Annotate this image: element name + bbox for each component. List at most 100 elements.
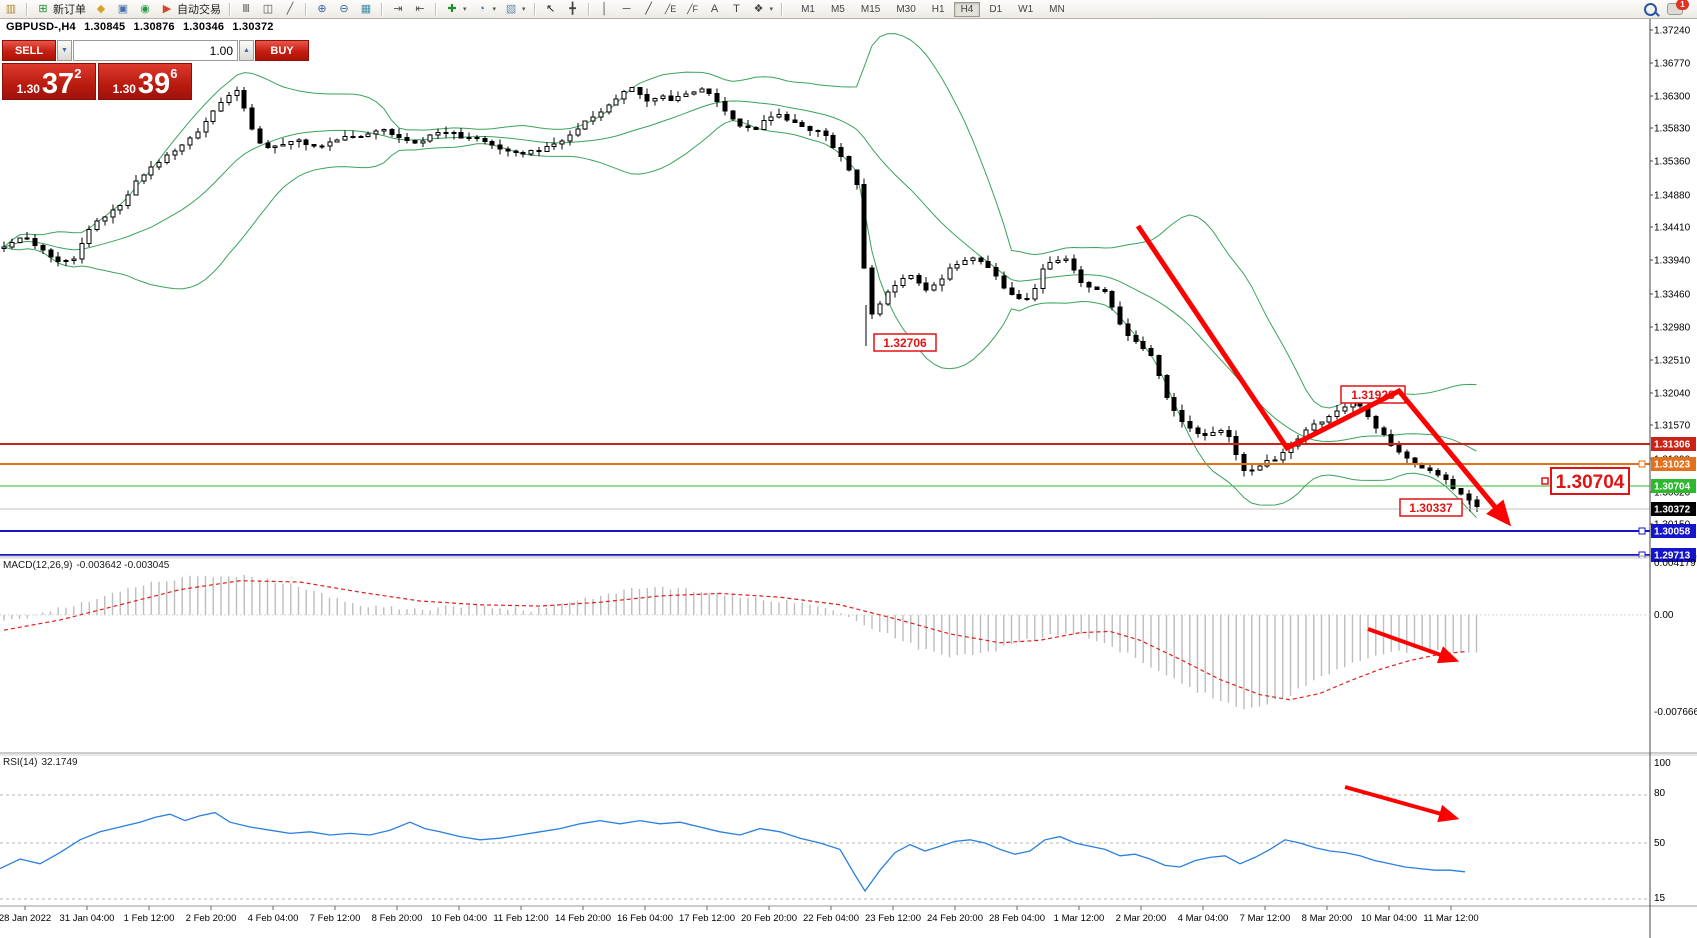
svg-text:1.31023: 1.31023 (1654, 460, 1691, 471)
new-order-label: 新订单 (53, 1, 86, 17)
svg-text:16 Feb 04:00: 16 Feb 04:00 (617, 913, 673, 924)
svg-text:1.36770: 1.36770 (1654, 59, 1691, 70)
timeframe-mn-button[interactable]: MN (1042, 2, 1072, 17)
timeframe-m5-button[interactable]: M5 (824, 2, 852, 17)
low-value: 1.30346 (183, 21, 224, 33)
trendline-tool-button[interactable]: ╱ (638, 1, 660, 17)
candlestick-chart-icon: ◫ (261, 1, 275, 17)
fibonacci-icon: ╱F (686, 1, 700, 17)
svg-text:1.36300: 1.36300 (1654, 92, 1691, 103)
svg-text:100: 100 (1654, 758, 1671, 769)
chart-ohlc-line: GBPUSD-,H4 1.30845 1.30876 1.30346 1.303… (6, 21, 279, 33)
new-order-button[interactable]: ⊞ 新订单 (32, 1, 90, 17)
sell-price-box[interactable]: 1.30372 (2, 63, 96, 100)
buy-price-pips: 39 (138, 72, 170, 96)
svg-text:31 Jan 04:00: 31 Jan 04:00 (60, 913, 115, 924)
autotrade-icon: ▶ (160, 1, 174, 17)
buy-price-point: 6 (170, 66, 177, 81)
svg-text:14 Feb 20:00: 14 Feb 20:00 (555, 913, 611, 924)
svg-text:10 Feb 04:00: 10 Feb 04:00 (431, 913, 487, 924)
timeframe-m30-button[interactable]: M30 (889, 2, 922, 17)
zoom-out-button[interactable]: ⊖ (333, 1, 355, 17)
volume-decrease-button[interactable]: ▼ (57, 40, 72, 61)
trend-arrows[interactable] (1138, 226, 1511, 822)
crosshair-tool-button[interactable]: ╋ (562, 1, 584, 17)
svg-text:1.34410: 1.34410 (1654, 223, 1691, 234)
toolbar-separator (26, 3, 28, 16)
one-click-trading-panel: SELL ▼ ▲ BUY 1.30372 1.30396 (2, 40, 196, 100)
cursor-icon: ↖ (544, 1, 558, 17)
search-icon[interactable] (1644, 3, 1657, 16)
svg-text:17 Feb 12:00: 17 Feb 12:00 (679, 913, 735, 924)
sell-button[interactable]: SELL (2, 40, 56, 61)
toolbar-separator (381, 3, 383, 16)
zoom-in-icon: ⊕ (315, 1, 329, 17)
buy-button[interactable]: BUY (255, 40, 309, 61)
volume-increase-button[interactable]: ▲ (239, 40, 254, 61)
rsi-pane: 100805015 (0, 758, 1671, 904)
templates-button[interactable]: ▧ ▾ (500, 1, 530, 17)
timeframe-m1-button[interactable]: M1 (794, 2, 822, 17)
label-tool-button[interactable]: T (726, 1, 748, 17)
chat-icon[interactable]: 1 (1667, 3, 1683, 15)
profile-button[interactable]: ◆ (90, 1, 112, 17)
auto-scroll-button[interactable]: ⇥ (387, 1, 409, 17)
svg-text:1.35830: 1.35830 (1654, 124, 1691, 135)
zoom-in-button[interactable]: ⊕ (311, 1, 333, 17)
svg-text:1 Feb 12:00: 1 Feb 12:00 (124, 913, 175, 924)
svg-text:1.32706: 1.32706 (883, 336, 927, 350)
shapes-tool-button[interactable]: ❖ ▾ (748, 1, 778, 17)
svg-text:20 Feb 20:00: 20 Feb 20:00 (741, 913, 797, 924)
volume-input[interactable] (73, 40, 238, 61)
add-indicator-button[interactable]: ✚ ▾ (441, 1, 471, 17)
bar-chart-button[interactable]: Ⅲ (235, 1, 257, 17)
svg-text:11 Mar 12:00: 11 Mar 12:00 (1423, 913, 1478, 924)
svg-text:0.004179: 0.004179 (1654, 558, 1696, 569)
zoom-out-icon: ⊖ (337, 1, 351, 17)
chart-shift-button[interactable]: ⇤ (409, 1, 431, 17)
svg-text:0.00: 0.00 (1654, 610, 1674, 621)
svg-text:50: 50 (1654, 838, 1666, 849)
channel-tool-button[interactable]: ╱E (660, 1, 682, 17)
timeframe-d1-button[interactable]: D1 (982, 2, 1009, 17)
buy-price-box[interactable]: 1.30396 (98, 63, 192, 100)
timeframe-h1-button[interactable]: H1 (925, 2, 952, 17)
signals-button[interactable]: ◉ (134, 1, 156, 17)
svg-text:28 Feb 04:00: 28 Feb 04:00 (989, 913, 1045, 924)
timeframe-m15-button[interactable]: M15 (854, 2, 887, 17)
horizontal-line-tool-button[interactable]: ─ (616, 1, 638, 17)
toolbar-separator (435, 3, 437, 16)
market-watch-button[interactable]: ▥ (0, 1, 22, 17)
terminal-button[interactable]: ▣ (112, 1, 134, 17)
chevron-down-icon: ▾ (493, 5, 497, 13)
svg-text:7 Mar 12:00: 7 Mar 12:00 (1240, 913, 1291, 924)
chart-canvas[interactable]: 1.372401.367701.363001.358301.353601.348… (0, 0, 1697, 938)
periods-button[interactable]: ◔ ▾ (471, 1, 501, 17)
tile-windows-icon: ▦ (359, 1, 373, 17)
svg-text:22 Feb 04:00: 22 Feb 04:00 (803, 913, 859, 924)
text-tool-button[interactable]: A (704, 1, 726, 17)
line-chart-button[interactable]: ╱ (279, 1, 301, 17)
tile-windows-button[interactable]: ▦ (355, 1, 377, 17)
high-value: 1.30876 (134, 21, 175, 33)
add-indicator-icon: ✚ (445, 1, 459, 17)
horizontal-line-icon: ─ (620, 1, 634, 17)
bollinger-bands (4, 34, 1477, 518)
svg-text:1.32980: 1.32980 (1654, 323, 1691, 334)
toolbar-separator (305, 3, 307, 16)
close-value: 1.30372 (232, 21, 273, 33)
fibonacci-tool-button[interactable]: ╱F (682, 1, 704, 17)
autotrade-button[interactable]: ▶ 自动交易 (156, 1, 225, 17)
timeframe-h4-button[interactable]: H4 (954, 2, 981, 17)
candlestick-chart-button[interactable]: ◫ (257, 1, 279, 17)
price-callout-labels[interactable]: 1.327061.319281.303371.30704 (874, 334, 1629, 516)
macd-values: -0.003642 -0.003045 (76, 560, 169, 571)
svg-text:-0.007666: -0.007666 (1654, 707, 1697, 718)
vertical-line-tool-button[interactable]: │ (594, 1, 616, 17)
toolbar-separator (229, 3, 231, 16)
svg-text:11 Feb 12:00: 11 Feb 12:00 (493, 913, 548, 924)
rsi-pane-header: RSI(14)32.1749 (3, 757, 82, 768)
rsi-value: 32.1749 (41, 757, 77, 768)
cursor-tool-button[interactable]: ↖ (540, 1, 562, 17)
timeframe-w1-button[interactable]: W1 (1011, 2, 1040, 17)
